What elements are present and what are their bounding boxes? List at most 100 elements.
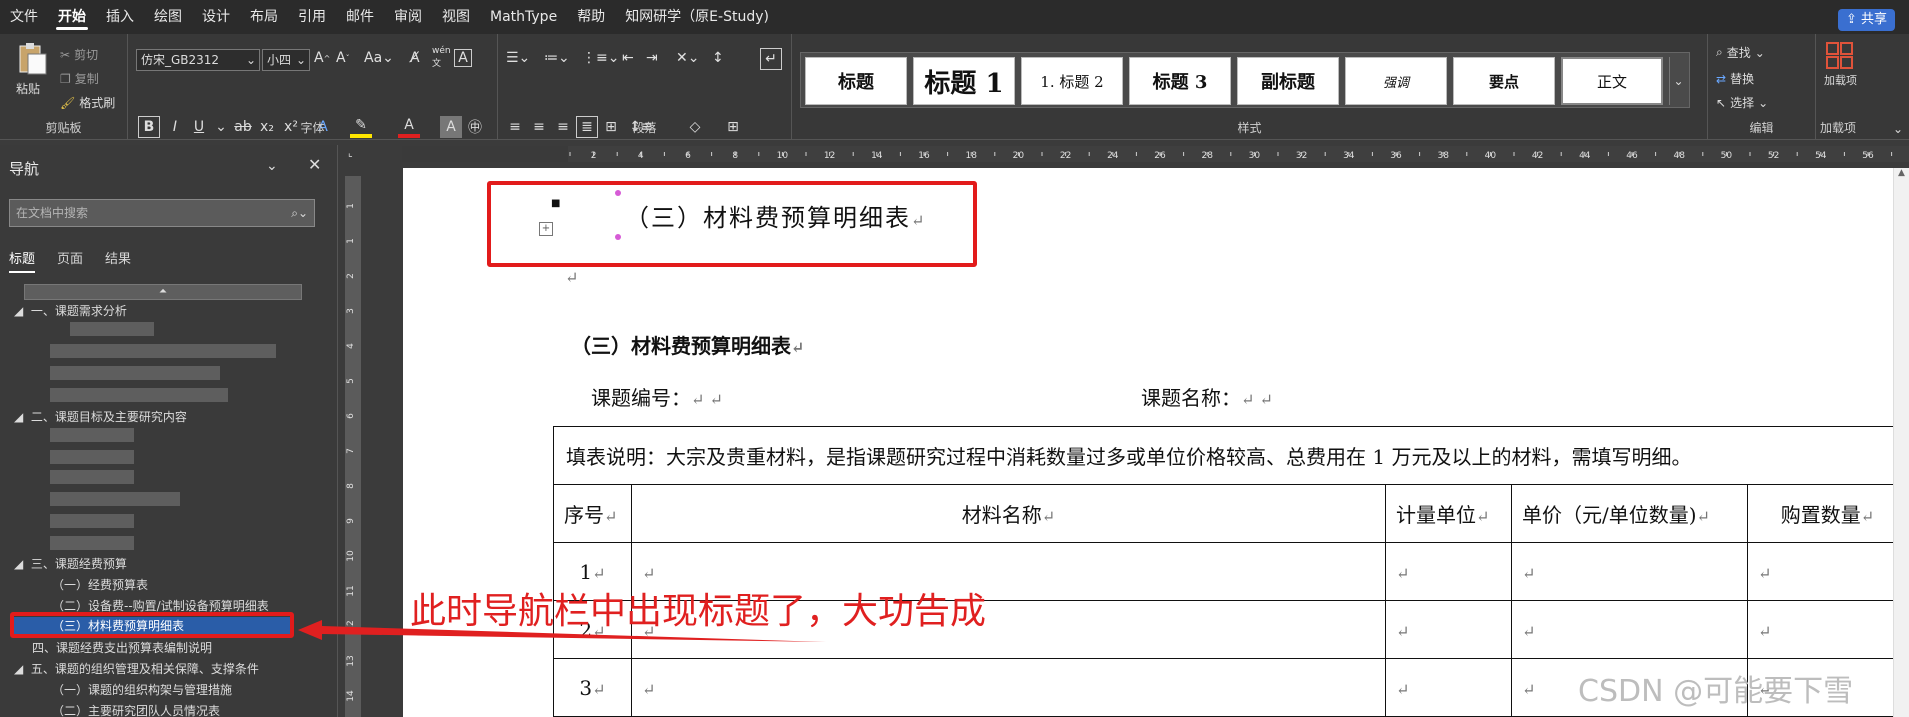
menu-layout[interactable]: 布局 <box>240 0 288 34</box>
nav-scroll-up-button[interactable]: ⏶ <box>24 284 302 300</box>
table-cell[interactable]: ↵ <box>1511 542 1748 601</box>
table-cell[interactable]: ↵ <box>1747 542 1908 601</box>
style-normal[interactable]: 正文 <box>1561 57 1663 105</box>
style-heading-2[interactable]: 1. 标题 2 <box>1021 57 1123 105</box>
nav-heading-2[interactable]: ◢ 二、课题目标及主要研究内容 <box>14 408 187 425</box>
menu-mailings[interactable]: 邮件 <box>336 0 384 34</box>
col-header-material[interactable]: 材料名称↵ <box>631 484 1386 543</box>
col-header-index[interactable]: 序号↵ <box>553 484 632 543</box>
char-border-icon[interactable]: A <box>454 49 472 67</box>
find-button[interactable]: ⌕ 查找 ⌄ <box>1716 44 1765 61</box>
collapse-ribbon-icon[interactable]: ⌄ <box>1893 122 1903 136</box>
menu-cnki[interactable]: 知网研学（原E-Study) <box>615 0 779 34</box>
style-strong[interactable]: 要点 <box>1453 57 1555 105</box>
addins-button[interactable] <box>1826 42 1856 70</box>
ruler-number: 2 <box>591 151 597 161</box>
menu-design[interactable]: 设计 <box>192 0 240 34</box>
nav-tab-pages[interactable]: 页面 <box>57 248 83 273</box>
increase-indent-icon[interactable]: ⇥ <box>646 50 658 66</box>
menu-view[interactable]: 视图 <box>432 0 480 34</box>
menu-draw[interactable]: 绘图 <box>144 0 192 34</box>
chevron-down-icon: ⌄ <box>1758 95 1769 110</box>
nav-subheading-1[interactable]: （一）经费预算表 <box>52 576 148 593</box>
scroll-up-icon[interactable]: ▲ <box>1894 168 1909 178</box>
share-label: 共享 <box>1860 12 1887 27</box>
style-heading-1[interactable]: 标题 1 <box>913 57 1015 105</box>
ruler-number: 54 <box>1815 151 1827 161</box>
font-size-select[interactable]: 小四 ⌄ <box>262 49 310 71</box>
style-heading-3[interactable]: 标题 3 <box>1129 57 1231 105</box>
blurred-item <box>50 428 134 442</box>
menu-insert[interactable]: 插入 <box>96 0 144 34</box>
menu-references[interactable]: 引用 <box>288 0 336 34</box>
chinese-layout-icon[interactable]: ✕⌄ <box>676 50 699 66</box>
menu-home[interactable]: 开始 <box>48 0 96 34</box>
bullets-icon[interactable]: ☰⌄ <box>506 50 530 66</box>
table-note-cell[interactable]: 填表说明：大宗及贵重材料，是指课题研究过程中消耗数量过多或单位价格较高、总费用在… <box>553 426 1908 485</box>
vertical-scrollbar[interactable]: ▲ <box>1893 168 1909 717</box>
close-icon[interactable]: ✕ <box>308 155 321 174</box>
nav-tab-headings[interactable]: 标题 <box>9 248 36 273</box>
nav-options-icon[interactable]: ⌄ <box>266 158 278 174</box>
tab-selector-icon[interactable]: ⌞ <box>348 148 353 159</box>
search-icon[interactable]: ⌕⌄ <box>291 200 308 226</box>
table-cell[interactable]: ↵ <box>631 658 1386 717</box>
editing-group-label: 编辑 <box>1749 121 1774 135</box>
decrease-indent-icon[interactable]: ⇤ <box>622 50 634 66</box>
change-case-icon[interactable]: Aa⌄ <box>364 50 394 66</box>
ruler-number: 26 <box>1154 151 1166 161</box>
nav-heading-1[interactable]: ◢ 一、课题需求分析 <box>14 302 127 319</box>
cut-button[interactable]: ✂ 剪切 <box>60 46 98 63</box>
copy-button[interactable]: ❐ 复制 <box>60 70 99 87</box>
clipboard-group-label: 剪贴板 <box>45 121 82 135</box>
nav-subheading-5-2[interactable]: （二）主要研究团队人员情况表 <box>52 702 220 717</box>
heading-highlight-box <box>487 181 977 267</box>
ruler-number: 9 <box>346 518 356 524</box>
format-painter-button[interactable]: 🖌 格式刷 <box>60 94 115 111</box>
nav-tab-results[interactable]: 结果 <box>105 248 131 273</box>
share-button[interactable]: ⇪ 共享 <box>1837 9 1895 31</box>
clear-format-icon[interactable]: A̸ <box>410 50 420 66</box>
phonetic-guide-icon[interactable]: wén 文 <box>432 46 451 69</box>
paste-button[interactable] <box>14 42 48 80</box>
ruler-number: 24 <box>1107 151 1119 161</box>
editing-group: ⌕ 查找 ⌄ ⇄ 替换 ↖ 选择 ⌄ 编辑 <box>1708 34 1816 140</box>
table-cell[interactable]: ↵ <box>1385 542 1512 601</box>
table-cell[interactable]: ↵ <box>1511 600 1748 659</box>
nav-heading-5[interactable]: ◢ 五、课题的组织管理及相关保障、支撑条件 <box>14 660 259 677</box>
style-title[interactable]: 标题 <box>805 57 907 105</box>
col-header-unit[interactable]: 计量单位↵ <box>1385 484 1512 543</box>
nav-search-input[interactable]: 在文档中搜索 ⌕⌄ <box>9 199 315 227</box>
project-name-line[interactable]: 课题名称：↵ ↵ <box>1141 382 1273 411</box>
style-subtitle[interactable]: 副标题 <box>1237 57 1339 105</box>
row-index-cell[interactable]: 3↵ <box>553 658 632 717</box>
col-header-price[interactable]: 单价（元/单位数量)↵ <box>1511 484 1748 543</box>
show-marks-icon[interactable]: ↵ <box>760 48 782 70</box>
table-cell[interactable]: ↵ <box>1385 600 1512 659</box>
menu-mathtype[interactable]: MathType <box>480 0 567 34</box>
font-family-select[interactable]: 仿宋_GB2312 ⌄ <box>136 49 260 71</box>
menu-help[interactable]: 帮助 <box>567 0 615 34</box>
ruler-number: 7 <box>346 448 356 454</box>
shrink-font-icon[interactable]: Aˇ <box>336 50 350 66</box>
table-cell[interactable]: ↵ <box>1747 600 1908 659</box>
style-emphasis[interactable]: 强调 <box>1345 57 1447 105</box>
blurred-item <box>50 514 134 528</box>
nav-subheading-5-1[interactable]: （一）课题的组织构架与管理措施 <box>52 681 232 698</box>
replace-button[interactable]: ⇄ 替换 <box>1716 70 1754 87</box>
sort-icon[interactable]: ↕ <box>712 50 724 66</box>
numbering-icon[interactable]: ≔⌄ <box>544 50 570 66</box>
nav-heading-4[interactable]: 四、课题经费支出预算表编制说明 <box>32 639 212 656</box>
select-button[interactable]: ↖ 选择 ⌄ <box>1716 94 1768 111</box>
grow-font-icon[interactable]: A ^ <box>314 50 330 66</box>
menu-review[interactable]: 审阅 <box>384 0 432 34</box>
ruler-number: 2 <box>346 273 356 279</box>
style-gallery-more-icon[interactable]: ⌄ <box>1669 57 1687 105</box>
menu-file[interactable]: 文件 <box>0 0 48 34</box>
multilevel-list-icon[interactable]: ⋮≡⌄ <box>582 50 619 66</box>
project-no-line[interactable]: 课题编号：↵ ↵ <box>591 382 723 411</box>
table-heading[interactable]: （三）材料费预算明细表↵ <box>571 330 804 359</box>
nav-heading-3[interactable]: ◢ 三、课题经费预算 <box>14 555 127 572</box>
col-header-quantity[interactable]: 购置数量↵ <box>1747 484 1908 543</box>
table-cell[interactable]: ↵ <box>1385 658 1512 717</box>
